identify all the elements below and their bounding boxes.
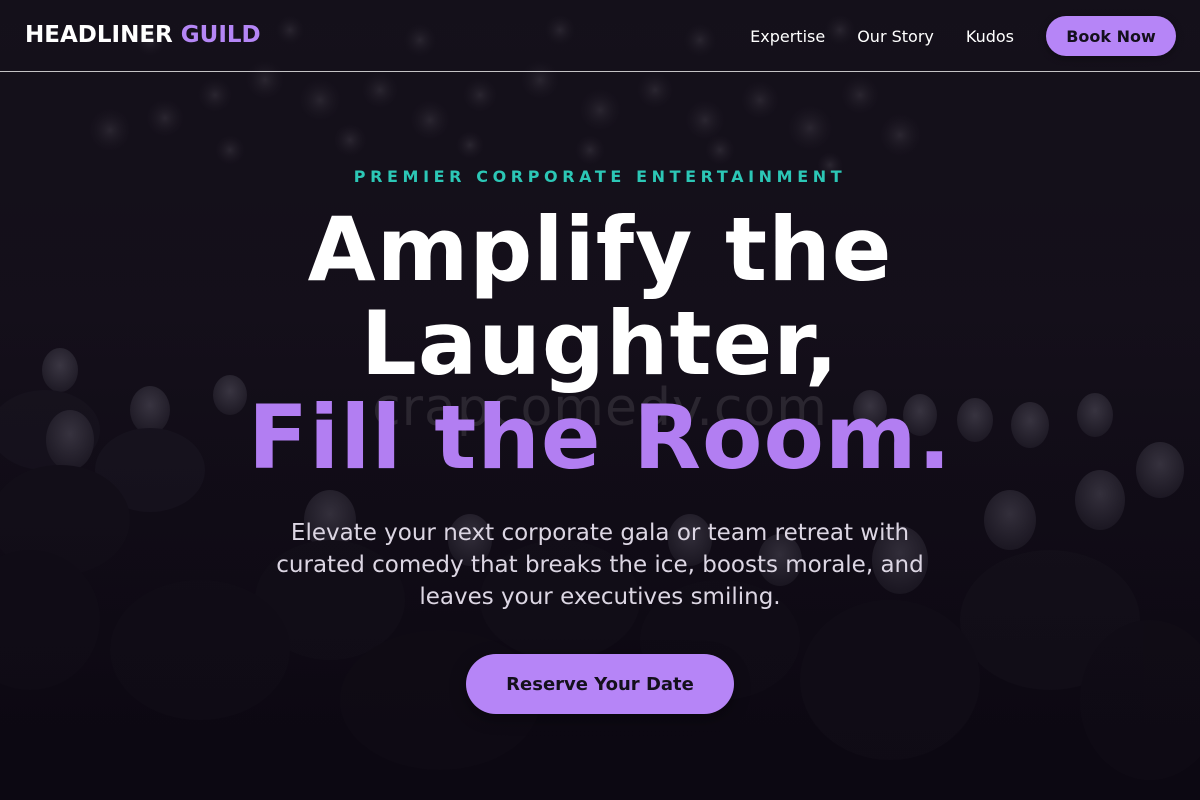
hero-eyebrow: PREMIER CORPORATE ENTERTAINMENT <box>353 167 847 186</box>
headline-line-2: Laughter, <box>360 292 840 395</box>
hero-subtext: Elevate your next corporate gala or team… <box>276 520 924 610</box>
hero-headline: Amplify the Laughter, Fill the Room. <box>0 203 1200 485</box>
headline-line-1: Amplify the <box>307 198 893 301</box>
headline-line-3: Fill the Room. <box>247 386 953 489</box>
hero-section: crapcomedy.com HEADLINER GUILD Expertise… <box>0 0 1200 800</box>
reserve-date-button[interactable]: Reserve Your Date <box>466 654 734 714</box>
hero-content: PREMIER CORPORATE ENTERTAINMENT Amplify … <box>0 0 1200 800</box>
